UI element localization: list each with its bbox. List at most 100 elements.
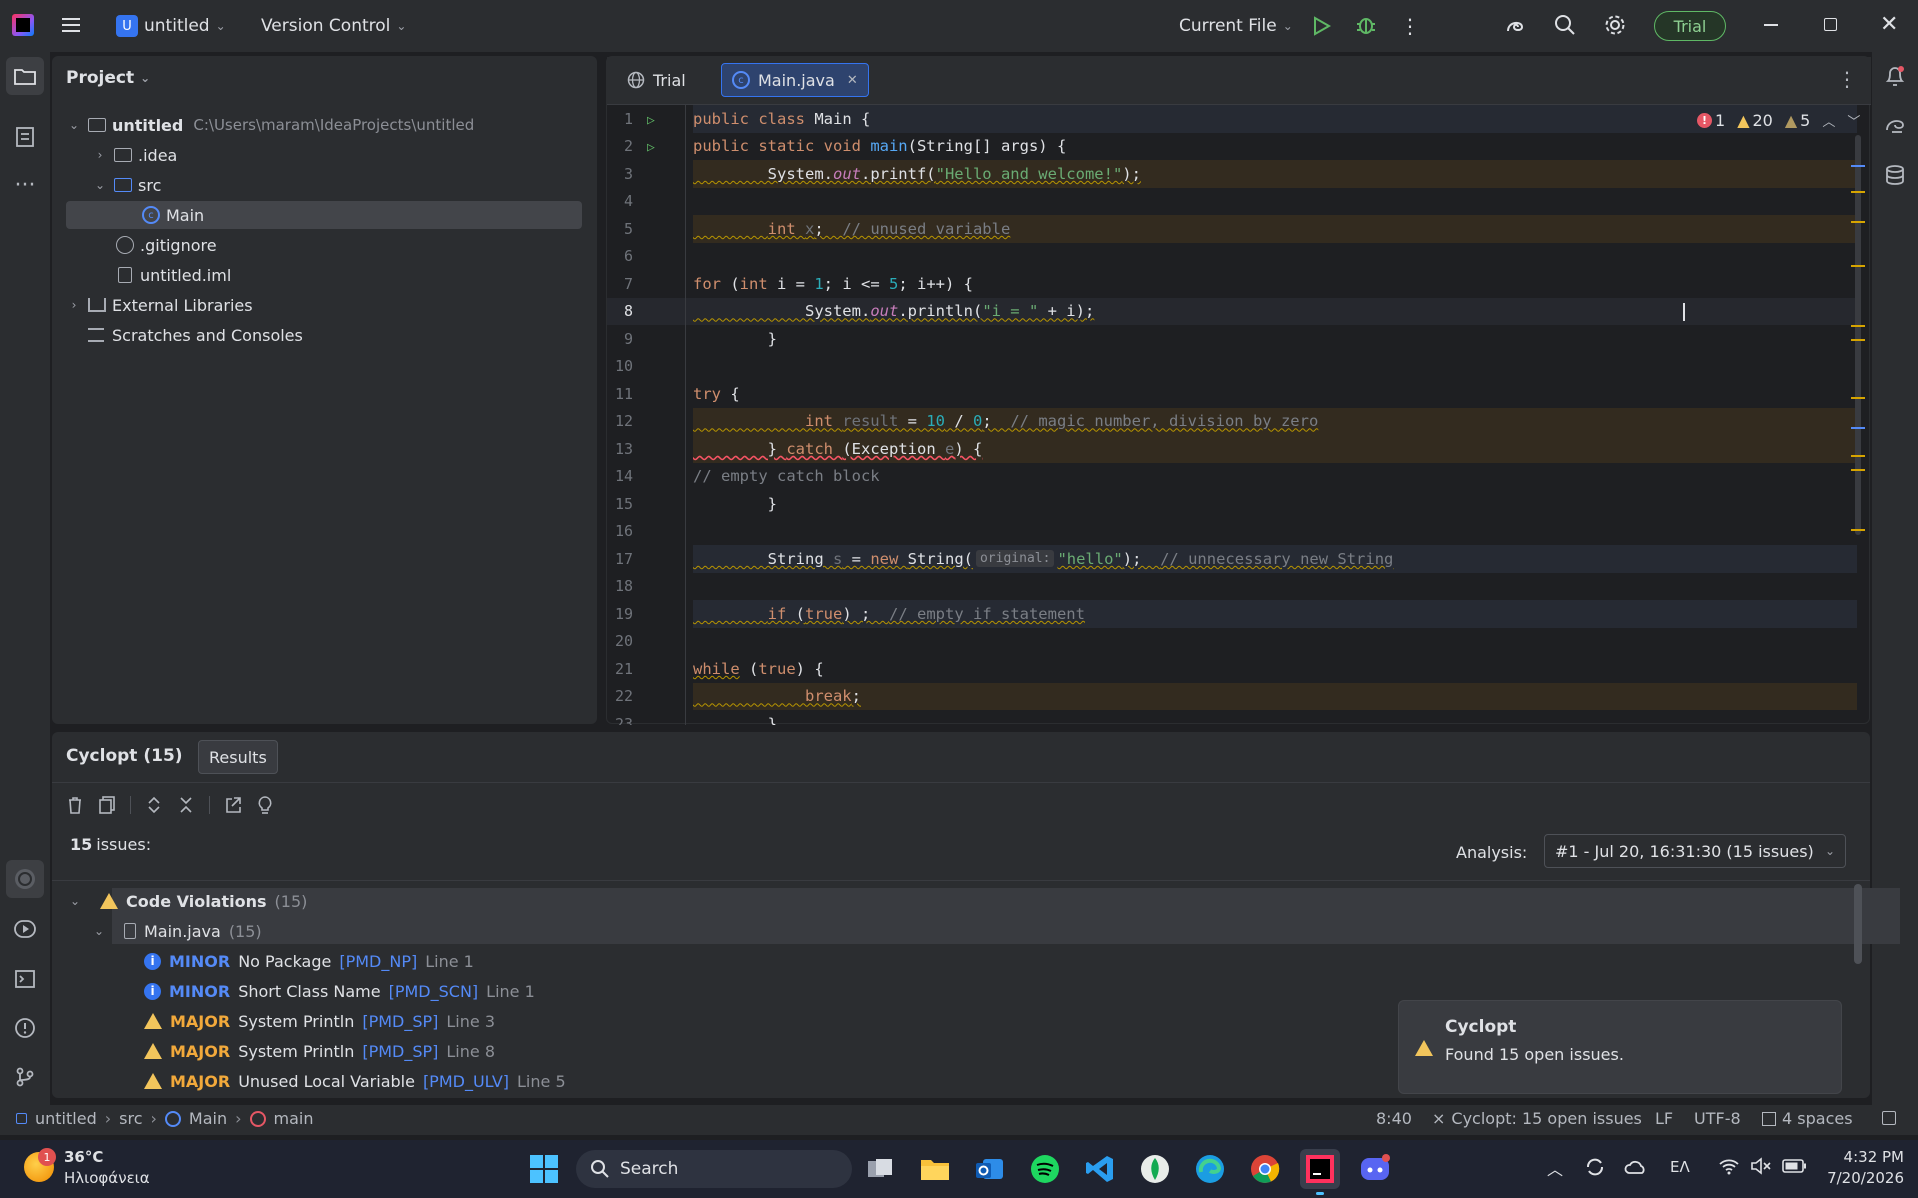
more-tools-icon[interactable]: ··· bbox=[6, 166, 44, 204]
chrome-icon[interactable] bbox=[1245, 1149, 1285, 1189]
breadcrumb-item[interactable]: main bbox=[274, 1109, 314, 1128]
caret-position[interactable]: 8:40 bbox=[1376, 1109, 1412, 1128]
chevron-up-icon[interactable]: ︿ bbox=[1547, 1156, 1563, 1180]
chevron-down-icon[interactable]: ⌄ bbox=[92, 178, 108, 192]
problems-icon[interactable] bbox=[6, 1009, 44, 1047]
expand-all-icon[interactable] bbox=[145, 795, 163, 815]
tree-item-src[interactable]: ⌄ src bbox=[92, 171, 161, 199]
issue-row[interactable]: i MINOR Short Class Name [PMD_SCN] Line … bbox=[144, 977, 535, 1005]
project-switcher[interactable]: U untitled ⌄ bbox=[116, 0, 226, 52]
database-icon[interactable] bbox=[1884, 164, 1906, 186]
open-external-icon[interactable] bbox=[224, 795, 242, 815]
file-explorer-icon[interactable] bbox=[915, 1149, 955, 1189]
warning-marker[interactable] bbox=[1851, 265, 1865, 267]
trial-badge[interactable]: Trial bbox=[1654, 11, 1726, 41]
warning-marker[interactable] bbox=[1851, 325, 1865, 327]
warning-marker[interactable] bbox=[1851, 469, 1865, 471]
code-editor[interactable]: ! 1 ▲ 20 ▲ 5 ︿ ﹀ 1 ▷ public class Main { 2 ▷ p… bbox=[607, 105, 1871, 725]
tree-item-iml[interactable]: untitled.iml bbox=[116, 261, 231, 289]
chevron-right-icon[interactable]: › bbox=[66, 298, 82, 312]
breadcrumb-item[interactable]: Main bbox=[189, 1109, 227, 1128]
structure-icon[interactable] bbox=[6, 118, 44, 156]
sync-icon[interactable] bbox=[1584, 1156, 1606, 1178]
copy-icon[interactable] bbox=[98, 795, 116, 815]
vcs-menu[interactable]: Version Control ⌄ bbox=[261, 0, 406, 52]
chevron-down-icon[interactable]: ⌄ bbox=[70, 894, 84, 908]
tab-results[interactable]: Results bbox=[198, 740, 278, 774]
cyclopt-tool-icon[interactable] bbox=[6, 860, 44, 898]
volume-muted-icon[interactable] bbox=[1750, 1156, 1772, 1176]
issue-row[interactable]: i MINOR No Package [PMD_NP] Line 1 bbox=[144, 947, 474, 975]
search-icon[interactable] bbox=[1554, 14, 1576, 36]
vscode-icon[interactable] bbox=[1080, 1149, 1120, 1189]
mongodb-compass-icon[interactable] bbox=[1135, 1149, 1175, 1189]
warning-marker[interactable] bbox=[1851, 221, 1865, 223]
issue-row[interactable]: MAJOR Unused Local Variable [PMD_ULV] Li… bbox=[144, 1067, 566, 1095]
git-icon[interactable] bbox=[6, 1058, 44, 1096]
ai-assistant-icon[interactable] bbox=[1504, 15, 1526, 37]
settings-gear-icon[interactable] bbox=[1604, 14, 1626, 36]
chevron-down-icon[interactable]: ⌄ bbox=[66, 118, 82, 132]
cyclopt-status[interactable]: × Cyclopt: 15 open issues bbox=[1432, 1109, 1642, 1128]
task-view-icon[interactable] bbox=[860, 1149, 900, 1189]
outlook-icon[interactable] bbox=[970, 1149, 1010, 1189]
issues-scrollbar[interactable] bbox=[1854, 884, 1862, 964]
taskbar-search[interactable]: Search bbox=[576, 1150, 852, 1188]
breadcrumb-item[interactable]: src bbox=[119, 1109, 142, 1128]
previous-highlight-icon[interactable]: ︿ bbox=[1822, 111, 1835, 130]
file-encoding[interactable]: UTF-8 bbox=[1694, 1109, 1741, 1128]
edge-icon[interactable] bbox=[1190, 1149, 1230, 1189]
tree-item-idea[interactable]: › .idea bbox=[92, 141, 178, 169]
intellij-taskbar-icon[interactable] bbox=[1300, 1149, 1340, 1189]
restore-icon[interactable] bbox=[1824, 18, 1837, 31]
warning-marker[interactable] bbox=[1851, 191, 1865, 193]
weather-temp[interactable]: 36°C bbox=[64, 1148, 103, 1166]
info-marker[interactable] bbox=[1851, 165, 1865, 167]
tab-trial[interactable]: Trial bbox=[617, 63, 696, 97]
tree-item-external-libraries[interactable]: › External Libraries bbox=[66, 291, 253, 319]
tree-item-main[interactable]: c Main bbox=[142, 201, 204, 229]
line-separator[interactable]: LF bbox=[1655, 1109, 1673, 1128]
minimize-icon[interactable] bbox=[1764, 24, 1778, 26]
more-options-icon[interactable]: ⋮ bbox=[1400, 14, 1420, 38]
next-highlight-icon[interactable]: ﹀ bbox=[1847, 111, 1860, 130]
battery-icon[interactable] bbox=[1782, 1158, 1808, 1174]
discord-icon[interactable] bbox=[1355, 1149, 1395, 1189]
chevron-down-icon[interactable]: ⌄ bbox=[94, 924, 108, 938]
wifi-icon[interactable] bbox=[1718, 1156, 1740, 1176]
notification-balloon[interactable]: Cyclopt Found 15 open issues. bbox=[1398, 1000, 1842, 1094]
tab-options-icon[interactable]: ⋮ bbox=[1837, 67, 1857, 91]
inspection-widget[interactable]: ! 1 ▲ 20 ▲ 5 ︿ ﹀ bbox=[1697, 111, 1860, 130]
tree-item-gitignore[interactable]: .gitignore bbox=[116, 231, 217, 259]
close-window-icon[interactable]: ✕ bbox=[1880, 12, 1898, 37]
run-icon[interactable] bbox=[1313, 16, 1331, 36]
indent-setting[interactable]: 4 spaces bbox=[1762, 1109, 1853, 1128]
analysis-select[interactable]: #1 - Jul 20, 16:31:30 (15 issues) ⌄ bbox=[1544, 834, 1846, 868]
close-tab-icon[interactable]: ✕ bbox=[847, 73, 858, 88]
ai-chat-icon[interactable] bbox=[1884, 114, 1906, 136]
clock-time[interactable]: 4:32 PM bbox=[1822, 1148, 1904, 1166]
notifications-bell-icon[interactable] bbox=[1884, 64, 1906, 88]
clock-date[interactable]: 7/20/2026 bbox=[1812, 1169, 1904, 1187]
input-language[interactable]: ΕΛ bbox=[1670, 1158, 1690, 1176]
warning-marker[interactable] bbox=[1851, 455, 1865, 457]
trash-icon[interactable] bbox=[66, 795, 84, 815]
readonly-toggle-icon[interactable] bbox=[1882, 1111, 1896, 1125]
chevron-right-icon[interactable]: › bbox=[92, 148, 108, 162]
issue-row[interactable]: MAJOR System Println [PMD_SP] Line 3 bbox=[144, 1007, 495, 1035]
run-gutter-icon[interactable]: ▷ bbox=[647, 113, 655, 128]
lightbulb-icon[interactable] bbox=[256, 795, 274, 815]
weather-desc[interactable]: Ηλιοφάνεια bbox=[64, 1169, 150, 1187]
warning-marker[interactable] bbox=[1851, 529, 1865, 531]
onedrive-icon[interactable] bbox=[1624, 1156, 1648, 1178]
run-config-selector[interactable]: Current File ⌄ bbox=[1179, 0, 1293, 52]
project-tool-folder-icon[interactable] bbox=[6, 57, 44, 95]
windows-start-icon[interactable] bbox=[524, 1149, 564, 1189]
editor-scrollbar[interactable] bbox=[1855, 135, 1861, 535]
collapse-all-icon[interactable] bbox=[177, 795, 195, 815]
terminal-icon[interactable] bbox=[6, 960, 44, 998]
tree-root[interactable]: ⌄ untitled C:\Users\maram\IdeaProjects\u… bbox=[66, 111, 474, 139]
tree-item-scratches[interactable]: Scratches and Consoles bbox=[66, 321, 303, 349]
tree-file-main-java[interactable]: ⌄ Main.java (15) bbox=[94, 917, 262, 945]
issue-row[interactable]: MAJOR System Println [PMD_SP] Line 8 bbox=[144, 1037, 495, 1065]
